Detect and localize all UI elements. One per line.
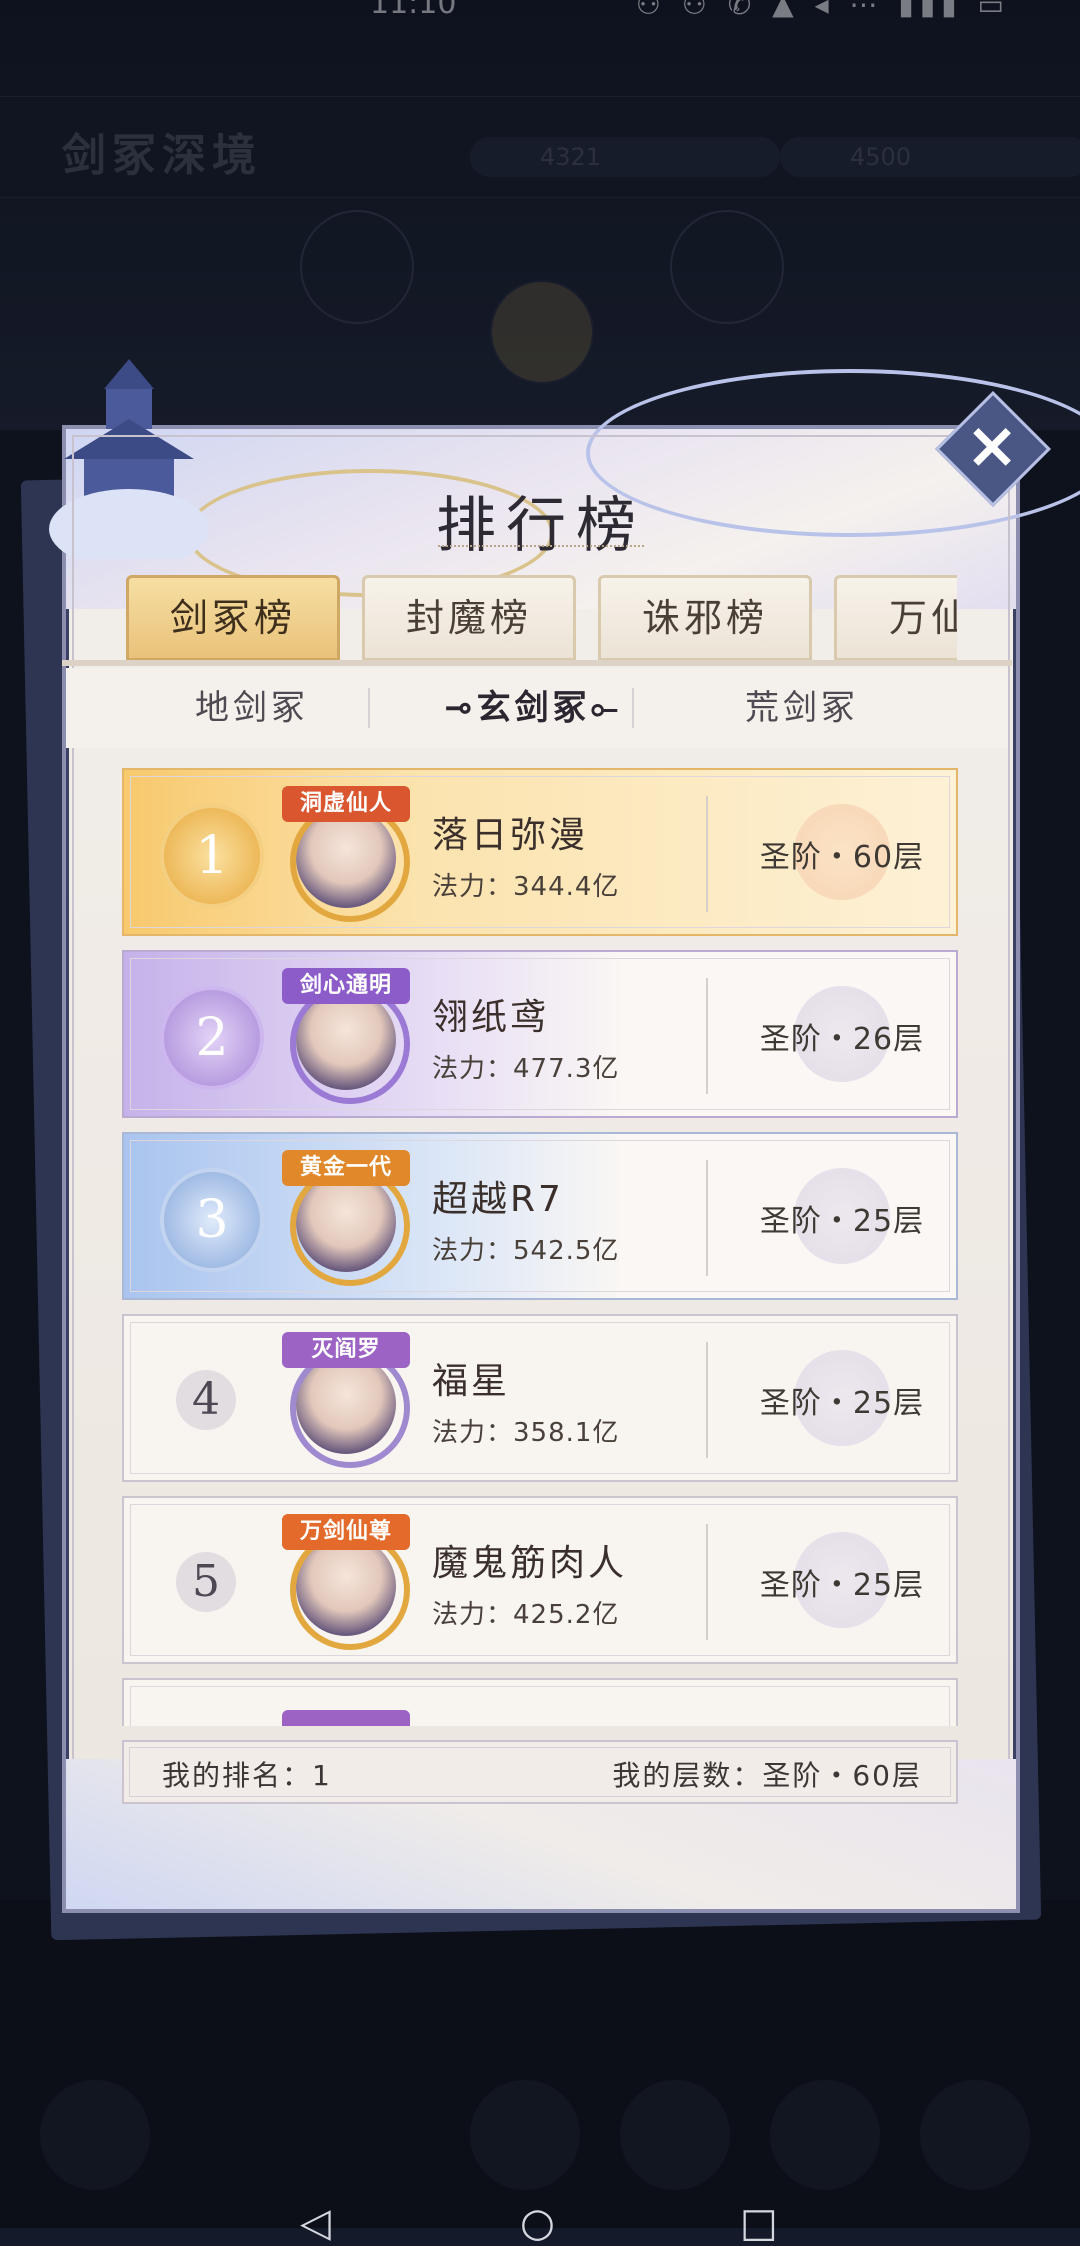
- system-back-icon[interactable]: ◁: [300, 2200, 331, 2246]
- player-name: 魔鬼筋肉人: [432, 1543, 628, 1584]
- player-name: 超越R7: [432, 1179, 564, 1220]
- ranking-row-3[interactable]: 3 黄金一代 超越R7 法力：542.5亿 圣阶・25层: [122, 1132, 958, 1300]
- row-divider: [706, 1524, 708, 1640]
- my-rank-label: 我的排名：1: [162, 1759, 332, 1792]
- title-badge: 灭阎罗: [282, 1332, 410, 1368]
- subtabs: 地剑冢 ⊸玄剑冢⟜ 荒剑冢: [66, 668, 1008, 748]
- player-power: 法力：358.1亿: [432, 1418, 620, 1448]
- tab-wanxian[interactable]: 万仙: [834, 575, 957, 661]
- subtab-xuanjianzhong[interactable]: ⊸玄剑冢⟜: [388, 668, 678, 748]
- row-divider: [706, 1160, 708, 1276]
- title-badge-partial: [282, 1710, 410, 1726]
- player-name: 落日弥漫: [432, 815, 589, 856]
- player-power: 法力：542.5亿: [432, 1236, 620, 1266]
- close-icon[interactable]: ×: [954, 408, 1030, 484]
- my-rank-bar: 我的排名：1 我的层数：圣阶・60层: [122, 1740, 958, 1804]
- title-decoration: [438, 545, 644, 561]
- player-tier: 圣阶・25层: [759, 1386, 925, 1421]
- title-badge: 剑心通明: [282, 968, 410, 1004]
- rank-number: 4: [176, 1370, 236, 1430]
- player-avatar: [282, 1696, 410, 1726]
- ranking-row-5[interactable]: 5 万剑仙尊 魔鬼筋肉人 法力：425.2亿 圣阶・25层: [122, 1496, 958, 1664]
- title-badge: 黄金一代: [282, 1150, 410, 1186]
- ranking-list[interactable]: 1 洞虚仙人 落日弥漫 法力：344.4亿 圣阶・60层 2 剑心通明 翎纸鸢 …: [122, 768, 958, 1726]
- player-tier: 圣阶・26层: [759, 1022, 925, 1057]
- subtab-huangjianzhong[interactable]: 荒剑冢: [652, 668, 952, 748]
- rank-number: 5: [176, 1552, 236, 1612]
- player-name: 福星: [432, 1361, 511, 1402]
- ranking-row-4[interactable]: 4 灭阎罗 福星 法力：358.1亿 圣阶・25层: [122, 1314, 958, 1482]
- player-power: 法力：425.2亿: [432, 1600, 620, 1630]
- subtab-divider: [632, 688, 634, 728]
- subtab-divider: [368, 688, 370, 728]
- player-avatar: 万剑仙尊: [282, 1514, 410, 1650]
- rank-medal-gold: 1: [160, 804, 264, 908]
- ranking-row-2[interactable]: 2 剑心通明 翎纸鸢 法力：477.3亿 圣阶・26层: [122, 950, 958, 1118]
- ranking-row-6-partial[interactable]: [122, 1678, 958, 1726]
- player-avatar: 黄金一代: [282, 1150, 410, 1286]
- player-tier: 圣阶・25层: [759, 1204, 925, 1239]
- player-avatar: 洞虚仙人: [282, 786, 410, 922]
- my-floor-label: 我的层数：圣阶・60层: [612, 1759, 922, 1792]
- title-badge: 洞虚仙人: [282, 786, 410, 822]
- row-divider: [706, 978, 708, 1094]
- system-recents-icon[interactable]: □: [740, 2200, 778, 2246]
- tab-zhuxie[interactable]: 诛邪榜: [598, 575, 812, 661]
- system-home-icon[interactable]: ○: [520, 2200, 555, 2246]
- row-inner-border: [130, 1686, 950, 1726]
- player-avatar: 灭阎罗: [282, 1332, 410, 1468]
- rank-medal-blue: 3: [160, 1168, 264, 1272]
- row-divider: [706, 1342, 708, 1458]
- ranking-tabs: 剑冢榜 封魔榜 诛邪榜 万仙: [62, 575, 957, 665]
- subtab-dijianzhong[interactable]: 地剑冢: [126, 668, 378, 748]
- ranking-row-1[interactable]: 1 洞虚仙人 落日弥漫 法力：344.4亿 圣阶・60层: [122, 768, 958, 936]
- row-divider: [706, 796, 708, 912]
- title-badge: 万剑仙尊: [282, 1514, 410, 1550]
- tab-jianzhong[interactable]: 剑冢榜: [126, 575, 340, 661]
- player-avatar: 剑心通明: [282, 968, 410, 1104]
- player-name: 翎纸鸢: [432, 997, 550, 1038]
- player-tier: 圣阶・25层: [759, 1568, 925, 1603]
- tab-strip: [62, 660, 1012, 666]
- player-tier: 圣阶・60层: [759, 840, 925, 875]
- tab-fengmo[interactable]: 封魔榜: [362, 575, 576, 661]
- player-power: 法力：344.4亿: [432, 872, 620, 902]
- player-power: 法力：477.3亿: [432, 1054, 620, 1084]
- rank-medal-purple: 2: [160, 986, 264, 1090]
